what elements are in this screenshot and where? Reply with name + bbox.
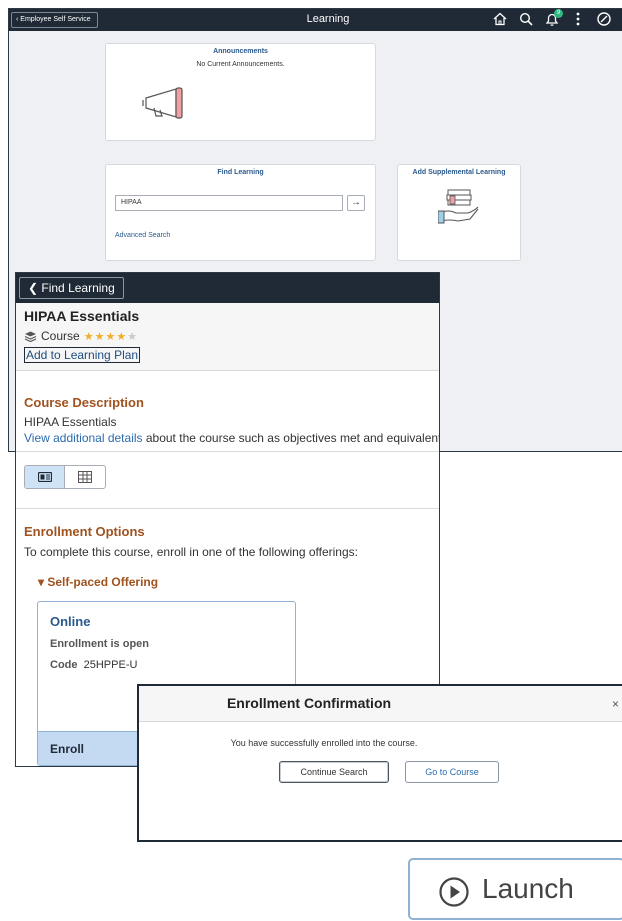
dialog-header: Enrollment Confirmation × (139, 686, 622, 722)
course-description-section: Course Description HIPAA Essentials View… (16, 371, 439, 452)
view-additional-details-link[interactable]: View additional details (24, 431, 143, 445)
offering-code-label: Code (50, 659, 78, 671)
announcements-title: Announcements (213, 48, 268, 55)
find-learning-title: Find Learning (217, 169, 264, 176)
course-description-text: HIPAA Essentials (24, 415, 117, 429)
search-icon[interactable] (518, 11, 534, 27)
offering-code-row: Code 25HPPE-U (50, 659, 137, 671)
star-filled-icon: ★ (116, 330, 128, 343)
books-in-hand-icon (438, 189, 479, 224)
megaphone-icon (142, 87, 183, 119)
enrollment-options-intro: To complete this course, enroll in one o… (24, 545, 358, 559)
course-summary: HIPAA Essentials Course ★★★★★ Add to Lea… (16, 303, 439, 371)
advanced-search-link[interactable]: Advanced Search (115, 232, 170, 239)
supplemental-learning-tile[interactable]: Add Supplemental Learning (397, 164, 521, 261)
close-icon[interactable]: × (612, 697, 619, 711)
dialog-title: Enrollment Confirmation (226, 695, 392, 711)
course-title: HIPAA Essentials (24, 308, 140, 324)
course-description-heading: Course Description (24, 395, 144, 410)
go-to-course-button[interactable]: Go to Course (405, 761, 499, 783)
caret-down-icon: ▾ (38, 575, 45, 589)
continue-search-button[interactable]: Continue Search (279, 761, 389, 783)
self-paced-offering-toggle[interactable]: ▾ Self-paced Offering (38, 575, 431, 589)
self-paced-offering-label: Self-paced Offering (47, 575, 159, 589)
card-view-button[interactable] (25, 466, 65, 488)
books-icon (24, 331, 37, 342)
learning-header: ‹ Employee Self Service Learning 9 (9, 9, 622, 31)
enrollment-options-heading: Enrollment Options (24, 524, 145, 539)
offering-code: 25HPPE-U (83, 659, 138, 671)
announcements-message: No Current Announcements. (196, 61, 285, 68)
course-details-rest: about the course such as objectives met … (142, 431, 440, 445)
launch-button-label: Launch (482, 873, 574, 904)
star-filled-icon: ★ (94, 330, 106, 343)
star-filled-icon: ★ (83, 330, 95, 343)
course-type-row: Course ★★★★★ (24, 329, 431, 343)
find-learning-tile[interactable]: Find Learning HIPAA → Advanced Search (105, 164, 376, 261)
notifications-icon[interactable]: 9 (544, 9, 563, 27)
dialog-message: You have successfully enrolled into the … (230, 738, 418, 748)
star-empty-icon: ★ (127, 330, 139, 343)
supplemental-learning-title: Add Supplemental Learning (412, 169, 506, 176)
search-go-button[interactable]: → (347, 195, 365, 211)
course-details-line: View additional details about the course… (24, 431, 439, 445)
rating-stars: ★★★★★ (84, 330, 138, 343)
launch-button[interactable]: Launch (408, 858, 622, 920)
course-type: Course (41, 329, 80, 343)
view-toggle-section (16, 452, 439, 509)
course-header: ❮ Find Learning (16, 273, 439, 303)
find-learning-input[interactable]: HIPAA (115, 195, 343, 211)
add-to-learning-plan-link[interactable]: Add to Learning Plan (24, 347, 141, 363)
offering-title: Online (50, 614, 91, 629)
enrollment-options-section: Enrollment Options To complete this cour… (16, 509, 439, 589)
offering-status: Enrollment is open (50, 638, 150, 650)
actions-menu-icon[interactable] (570, 11, 586, 27)
enroll-button-label: Enroll (50, 742, 85, 756)
card-view-icon (38, 472, 52, 482)
notification-count-badge: 9 (554, 9, 563, 18)
home-icon[interactable] (492, 11, 508, 27)
grid-view-button[interactable] (65, 466, 105, 488)
view-toggle (24, 465, 106, 489)
find-learning-back-button[interactable]: ❮ Find Learning (19, 277, 124, 299)
announcements-tile[interactable]: Announcements No Current Announcements. (105, 43, 376, 141)
enrollment-confirmation-dialog: Enrollment Confirmation × You have succe… (137, 684, 622, 842)
header-actions: 9 (492, 9, 612, 27)
play-circle-icon (439, 877, 469, 907)
star-filled-icon: ★ (105, 330, 117, 343)
grid-view-icon (78, 471, 92, 483)
navbar-icon[interactable] (596, 11, 612, 27)
find-learning-back-label: Find Learning (41, 281, 115, 295)
